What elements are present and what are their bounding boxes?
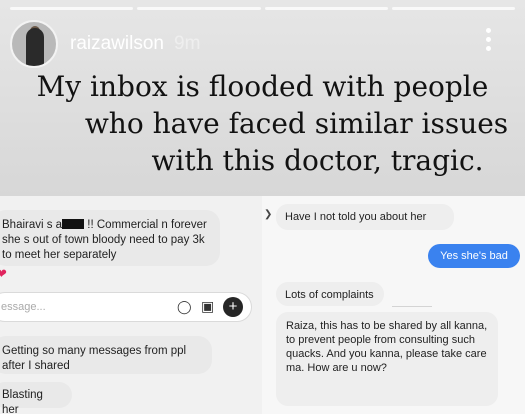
received-message: Raiza, this has to be shared by all kann… <box>276 312 498 406</box>
received-message: Getting so many messages from ppl after … <box>0 336 212 374</box>
left-chat-screenshot: Bhairavi s a !! Commercial n forever she… <box>0 196 262 414</box>
caption-line-2: who have faced similar issues <box>84 107 509 140</box>
received-message: Bhairavi s a !! Commercial n forever she… <box>0 210 220 266</box>
progress-segment <box>137 7 261 10</box>
avatar[interactable] <box>10 20 58 68</box>
mic-icon[interactable]: ◯ <box>177 299 192 315</box>
divider <box>392 306 432 307</box>
received-message: Blasting her <box>0 382 72 414</box>
story-username[interactable]: raizawilson <box>70 33 164 55</box>
avatar-figure <box>26 28 44 66</box>
chevron-icon: ❯ <box>264 209 273 220</box>
composer-placeholder: essage... <box>1 301 46 313</box>
story-progress-bar <box>10 7 515 10</box>
gallery-icon[interactable]: ▣ <box>201 298 214 315</box>
caption-line-3: with this doctor, tragic. <box>151 144 484 177</box>
more-vertical-icon[interactable] <box>486 28 492 55</box>
heart-reaction-icon: ❤ <box>0 266 7 281</box>
received-message: Have I not told you about her <box>276 204 454 230</box>
right-chat-screenshot: ❯ Have I not told you about her Yes she'… <box>262 196 525 414</box>
message-text: Bhairavi s a <box>2 219 63 231</box>
progress-segment <box>264 7 388 10</box>
message-composer[interactable]: essage... ◯ ▣ + <box>0 292 252 322</box>
sent-message: Yes she's bad <box>428 244 520 268</box>
progress-segment <box>10 7 134 10</box>
story-caption: My inbox is flooded with people who have… <box>0 68 525 179</box>
received-message: Lots of complaints <box>276 282 384 306</box>
redaction-block <box>62 219 85 229</box>
progress-segment <box>391 7 515 10</box>
plus-icon[interactable]: + <box>223 297 243 317</box>
caption-line-1: My inbox is flooded with people <box>36 70 489 103</box>
story-time: 9m <box>174 33 201 54</box>
